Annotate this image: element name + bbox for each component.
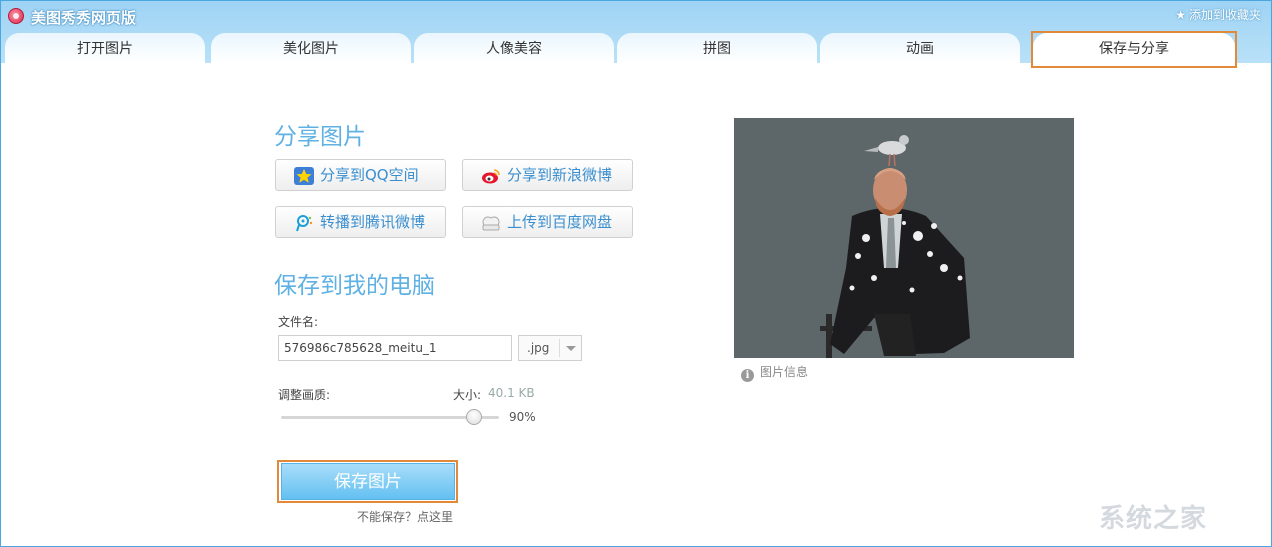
- tab-animation[interactable]: 动画: [820, 33, 1020, 63]
- tab-portrait[interactable]: 人像美容: [414, 33, 614, 63]
- preview-photo: [734, 118, 1074, 358]
- star-icon: ★: [1175, 8, 1186, 22]
- upload-baidu-pan-button[interactable]: 上传到百度网盘: [462, 206, 633, 238]
- qzone-star-icon: [294, 167, 314, 185]
- image-info-label: 图片信息: [760, 365, 809, 379]
- image-preview: [734, 118, 1074, 358]
- share-weibo-label: 分享到新浪微博: [507, 166, 613, 184]
- meitu-logo-icon: [8, 8, 24, 24]
- filename-label: 文件名:: [278, 315, 319, 329]
- extension-select[interactable]: .jpg: [518, 335, 582, 361]
- tab-beautify[interactable]: 美化图片: [211, 33, 411, 63]
- quality-label: 调整画质:: [278, 388, 331, 402]
- app-title: 美图秀秀网页版: [31, 9, 137, 27]
- share-weibo-button[interactable]: 分享到新浪微博: [462, 159, 633, 191]
- quality-slider-thumb[interactable]: [466, 409, 482, 425]
- quality-value: 90%: [509, 410, 536, 424]
- upload-baidu-pan-label: 上传到百度网盘: [507, 213, 613, 231]
- tab-highlight-box: [1031, 31, 1237, 68]
- info-icon: i: [741, 369, 754, 382]
- save-section-title: 保存到我的电脑: [274, 273, 435, 299]
- add-favorite-label: 添加到收藏夹: [1188, 8, 1261, 22]
- filename-input[interactable]: 576986c785628_meitu_1: [278, 335, 512, 361]
- size-label: 大小:: [453, 388, 482, 402]
- select-divider: [559, 339, 560, 357]
- extension-value: .jpg: [527, 341, 550, 355]
- image-info-link[interactable]: i 图片信息: [741, 363, 808, 382]
- share-qzone-label: 分享到QQ空间: [320, 166, 419, 184]
- share-tencent-weibo-button[interactable]: 转播到腾讯微博: [275, 206, 446, 238]
- cant-save-link[interactable]: 不能保存？点这里: [357, 508, 453, 525]
- save-highlight-box: [277, 460, 458, 503]
- tencent-weibo-icon: [296, 215, 313, 232]
- watermark-text: 系统之家: [1099, 504, 1208, 534]
- add-favorite-link[interactable]: ★ 添加到收藏夹: [1175, 6, 1261, 23]
- size-value: 40.1 KB: [488, 386, 535, 400]
- tab-open-image[interactable]: 打开图片: [5, 33, 205, 63]
- weibo-icon: [482, 169, 500, 184]
- share-tencent-weibo-label: 转播到腾讯微博: [320, 213, 426, 231]
- chevron-down-icon: [566, 346, 576, 351]
- share-qzone-button[interactable]: 分享到QQ空间: [275, 159, 446, 191]
- tab-collage[interactable]: 拼图: [617, 33, 817, 63]
- baidu-cloud-icon: [482, 216, 500, 231]
- share-section-title: 分享图片: [274, 124, 366, 150]
- app-window: 美图秀秀网页版 ★ 添加到收藏夹 打开图片 美化图片 人像美容 拼图 动画 保存与…: [0, 0, 1272, 547]
